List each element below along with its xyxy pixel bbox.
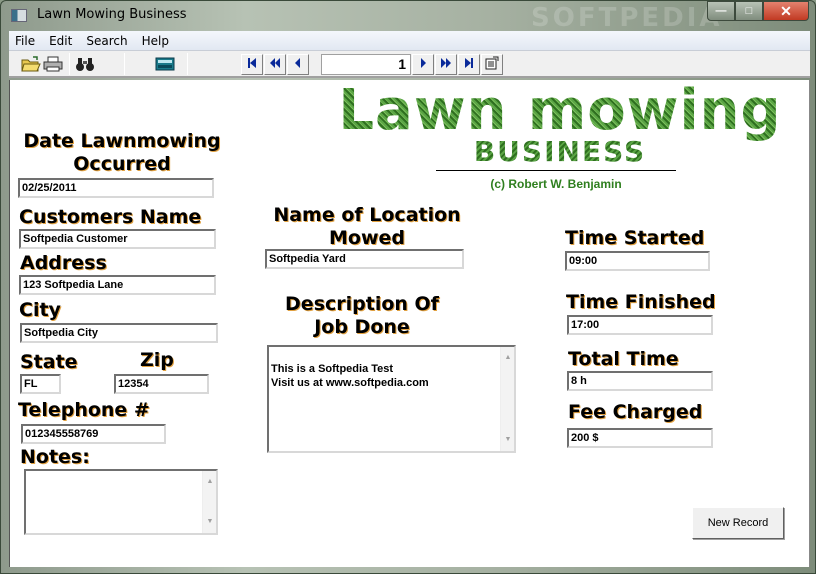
description-label-line1: Description Of — [285, 293, 439, 315]
scroll-up-icon[interactable]: ▲ — [503, 351, 513, 365]
toolbar-separator — [124, 53, 125, 75]
scroll-up-icon[interactable]: ▲ — [205, 475, 215, 489]
minimize-button[interactable]: — — [707, 1, 735, 21]
address-label: Address — [20, 252, 107, 274]
date-label: Date Lawnmowing Occurred — [16, 130, 228, 176]
next-page-button[interactable] — [435, 54, 457, 75]
first-record-button[interactable] — [241, 54, 263, 75]
previous-page-button[interactable] — [264, 54, 286, 75]
location-field[interactable]: Softpedia Yard — [265, 249, 464, 269]
caption-buttons: — □ ✕ — [707, 1, 809, 21]
menu-file[interactable]: File — [15, 34, 35, 48]
description-scrollbar[interactable]: ▲ ▼ — [500, 347, 514, 451]
logo-divider — [436, 170, 676, 171]
menu-search[interactable]: Search — [86, 34, 127, 48]
properties-icon — [485, 56, 499, 73]
time-started-label: Time Started — [565, 227, 705, 249]
notes-label: Notes: — [20, 446, 90, 468]
customer-name-label: Customers Name — [19, 206, 202, 228]
description-textarea[interactable]: This is a Softpedia Test Visit us at www… — [267, 345, 516, 453]
telephone-label: Telephone # — [18, 399, 150, 421]
toolbar: 1 — [9, 51, 810, 78]
time-finished-label: Time Finished — [566, 291, 716, 313]
find-binoculars-icon[interactable] — [75, 55, 95, 73]
total-time-field[interactable]: 8 h — [567, 371, 713, 391]
toolbar-separator — [69, 53, 70, 75]
close-button[interactable]: ✕ — [763, 1, 809, 21]
logo-title: Lawn mowing — [330, 80, 790, 142]
print-icon[interactable] — [43, 55, 63, 73]
previous-page-icon — [269, 57, 281, 72]
time-finished-field[interactable]: 17:00 — [567, 315, 713, 335]
title-bar: Lawn Mowing Business — □ ✕ — [1, 1, 816, 31]
next-page-icon — [440, 57, 452, 72]
city-label: City — [19, 299, 61, 321]
menu-edit[interactable]: Edit — [49, 34, 72, 48]
maximize-icon: □ — [745, 5, 753, 17]
address-field[interactable]: 123 Softpedia Lane — [19, 275, 216, 295]
next-record-icon — [417, 57, 429, 72]
notes-textarea[interactable]: ▲ ▼ — [24, 469, 218, 535]
zip-field[interactable]: 12354 — [114, 374, 209, 394]
scroll-down-icon[interactable]: ▼ — [503, 433, 513, 447]
date-field[interactable]: 02/25/2011 — [18, 178, 214, 198]
scroll-down-icon[interactable]: ▼ — [205, 515, 215, 529]
menu-help[interactable]: Help — [142, 34, 169, 48]
record-number-field[interactable]: 1 — [321, 54, 411, 75]
location-label-line1: Name of Location — [273, 204, 461, 226]
properties-button[interactable] — [481, 54, 503, 75]
open-folder-icon[interactable] — [21, 55, 41, 73]
form-area: Lawn mowing BUSINESS (c) Robert W. Benja… — [9, 80, 810, 567]
new-record-button[interactable]: New Record — [692, 507, 784, 539]
notes-scrollbar[interactable]: ▲ ▼ — [202, 471, 216, 533]
calculator-icon[interactable] — [155, 55, 175, 73]
state-label: State — [20, 351, 78, 373]
time-started-field[interactable]: 09:00 — [565, 251, 710, 271]
city-field[interactable]: Softpedia City — [20, 323, 218, 343]
fee-charged-label: Fee Charged — [568, 401, 703, 423]
location-label-line2: Mowed — [329, 227, 405, 249]
state-field[interactable]: FL — [20, 374, 61, 394]
fee-charged-field[interactable]: 200 $ — [567, 428, 713, 448]
customer-name-field[interactable]: Softpedia Customer — [19, 229, 216, 249]
toolbar-separator — [187, 53, 188, 75]
maximize-button[interactable]: □ — [735, 1, 763, 21]
description-label: Description Of Job Done — [262, 293, 462, 339]
previous-record-button[interactable] — [287, 54, 309, 75]
minimize-icon: — — [715, 5, 727, 17]
app-icon — [11, 9, 27, 22]
description-text: This is a Softpedia Test Visit us at www… — [271, 363, 429, 389]
telephone-field[interactable]: 012345558769 — [21, 424, 166, 444]
zip-label: Zip — [140, 349, 174, 371]
date-label-line1: Date Lawnmowing — [23, 130, 221, 152]
next-record-button[interactable] — [412, 54, 434, 75]
total-time-label: Total Time — [568, 348, 679, 370]
close-icon: ✕ — [780, 2, 792, 19]
first-record-icon — [246, 57, 258, 72]
date-label-line2: Occurred — [73, 153, 171, 175]
location-label: Name of Location Mowed — [262, 204, 472, 250]
previous-record-icon — [292, 57, 304, 72]
description-label-line2: Job Done — [314, 316, 410, 338]
app-window: SOFTPEDIA Lawn Mowing Business — □ ✕ Fil… — [0, 0, 816, 574]
window-title: Lawn Mowing Business — [37, 7, 187, 22]
last-record-button[interactable] — [458, 54, 480, 75]
last-record-icon — [463, 57, 475, 72]
menu-bar: File Edit Search Help — [9, 31, 810, 51]
logo-subtitle: BUSINESS — [440, 135, 680, 168]
copyright-text: (c) Robert W. Benjamin — [490, 177, 622, 191]
